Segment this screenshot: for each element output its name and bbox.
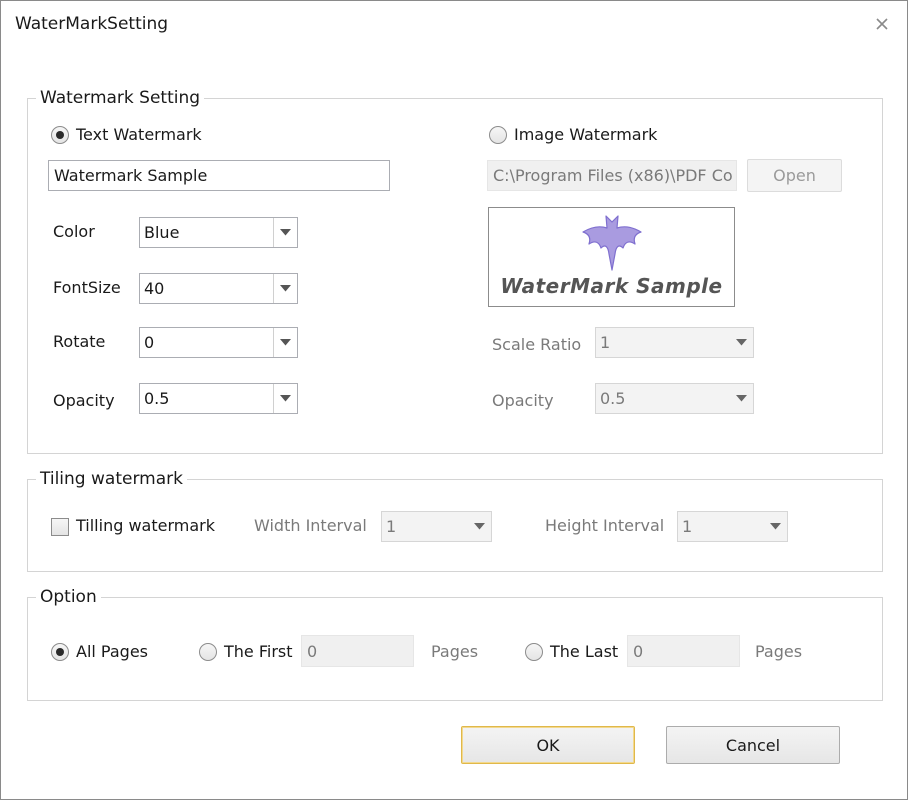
chevron-down-icon [273,274,297,303]
the-first-pages-label: Pages [431,642,479,661]
height-interval-select[interactable]: 1 [677,511,788,542]
opacity-label: Opacity [53,391,115,410]
image-preview: WaterMark Sample [488,207,735,307]
rotate-label: Rotate [53,332,106,351]
color-value: Blue [144,223,180,242]
chevron-down-icon [273,328,297,357]
chevron-down-icon [729,328,753,357]
scale-ratio-select[interactable]: 1 [595,327,754,358]
watermark-setting-legend: Watermark Setting [36,88,205,108]
rotate-select[interactable]: 0 [139,327,298,358]
scale-ratio-value: 1 [600,333,611,352]
all-pages-radio[interactable] [51,643,69,661]
image-watermark-label: Image Watermark [514,125,658,144]
width-interval-select[interactable]: 1 [381,511,492,542]
close-icon [876,18,888,30]
chevron-down-icon [273,218,297,247]
close-button[interactable] [869,11,895,37]
the-last-input[interactable]: 0 [627,635,740,667]
image-watermark-radio[interactable] [489,126,507,144]
ok-button[interactable]: OK [461,726,635,764]
window-title: WaterMarkSetting [15,14,169,34]
image-opacity-label: Opacity [492,391,554,410]
the-last-pages-label: Pages [755,642,803,661]
fontsize-value: 40 [144,279,165,298]
text-watermark-radio[interactable] [51,126,69,144]
the-first-input[interactable]: 0 [301,635,414,667]
cancel-button[interactable]: Cancel [666,726,840,764]
opacity-value: 0.5 [144,389,170,408]
watermark-text-input[interactable]: Watermark Sample [48,160,390,191]
the-first-label: The First [224,642,293,661]
image-opacity-value: 0.5 [600,389,626,408]
bat-logo-icon [582,215,642,271]
width-interval-label: Width Interval [254,516,367,535]
the-last-label: The Last [550,642,619,661]
opacity-select[interactable]: 0.5 [139,383,298,414]
tiling-checkbox-label: Tilling watermark [76,516,215,535]
fontsize-label: FontSize [53,278,121,297]
scale-ratio-label: Scale Ratio [492,335,582,354]
text-watermark-label: Text Watermark [76,125,202,144]
color-select[interactable]: Blue [139,217,298,248]
image-path-input[interactable]: C:\Program Files (x86)\PDF Co [487,160,737,191]
fontsize-select[interactable]: 40 [139,273,298,304]
preview-watermark-text: WaterMark Sample [500,274,723,298]
rotate-value: 0 [144,333,155,352]
height-interval-value: 1 [682,517,693,536]
height-interval-label: Height Interval [545,516,665,535]
option-legend: Option [36,587,101,607]
color-label: Color [53,222,95,241]
width-interval-value: 1 [386,517,397,536]
chevron-down-icon [763,512,787,541]
title-bar: WaterMarkSetting [1,1,907,45]
the-last-radio[interactable] [525,643,543,661]
tiling-checkbox[interactable] [51,518,69,536]
watermark-setting-dialog: WaterMarkSetting Watermark Setting Text … [0,0,908,800]
tiling-legend: Tiling watermark [36,469,187,489]
image-opacity-select[interactable]: 0.5 [595,383,754,414]
the-first-radio[interactable] [199,643,217,661]
open-button[interactable]: Open [747,159,842,192]
all-pages-label: All Pages [76,642,148,661]
chevron-down-icon [273,384,297,413]
chevron-down-icon [467,512,491,541]
chevron-down-icon [729,384,753,413]
